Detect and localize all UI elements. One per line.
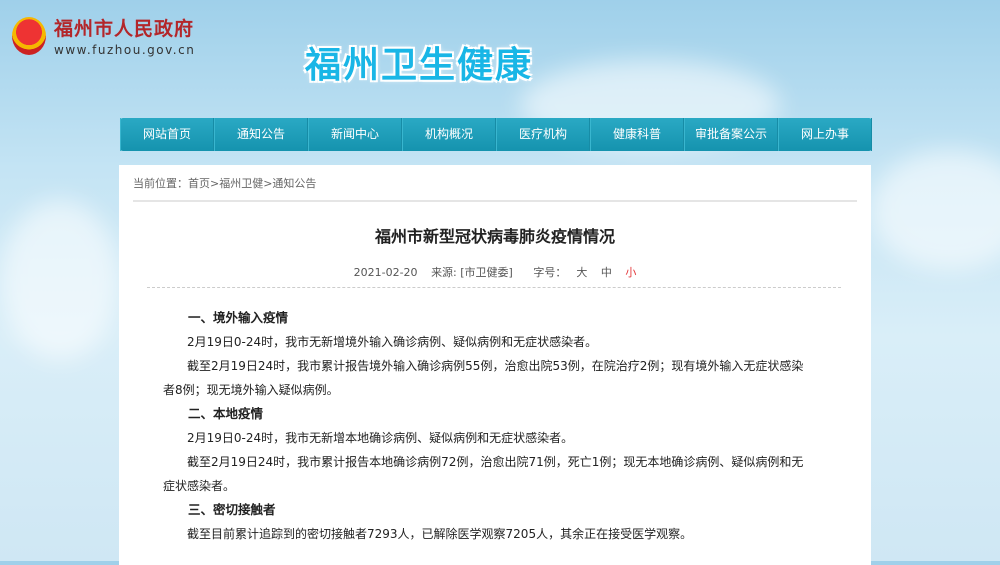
breadcrumb[interactable]: 当前位置：首页>福州卫健>通知公告 (133, 175, 316, 191)
nav-home[interactable]: 网站首页 (120, 118, 214, 151)
cloud-decoration (870, 150, 1000, 270)
section-heading: 三、密切接触者 (188, 502, 276, 517)
article-source: 来源: [市卫健委] (431, 266, 513, 279)
gov-name: 福州市人民政府 (54, 18, 195, 40)
site-title: 福州卫生健康 (305, 45, 534, 86)
font-large-button[interactable]: 大 (576, 266, 587, 279)
paragraph: 截至2月19日24时，我市累计报告本地确诊病例72例，治愈出院71例，死亡1例；… (163, 455, 804, 493)
font-size-label: 字号： (533, 266, 567, 279)
nav-online[interactable]: 网上办事 (778, 118, 872, 151)
paragraph: 截至目前累计追踪到的密切接触者7293人，已解除医学观察7205人，其余正在接受… (187, 527, 693, 541)
nav-approval[interactable]: 审批备案公示 (684, 118, 778, 151)
divider (147, 287, 841, 288)
national-emblem-icon (12, 16, 46, 55)
font-medium-button[interactable]: 中 (601, 266, 612, 279)
paragraph: 截至2月19日24时，我市累计报告境外输入确诊病例55例，治愈出院53例，在院治… (163, 359, 804, 397)
section-heading: 一、境外输入疫情 (188, 310, 289, 325)
paragraph: 2月19日0-24时，我市无新增境外输入确诊病例、疑似病例和无症状感染者。 (187, 335, 598, 349)
gov-url: www.fuzhou.gov.cn (54, 43, 196, 57)
font-small-button[interactable]: 小 (625, 266, 636, 279)
main-nav: 网站首页 通知公告 新闻中心 机构概况 医疗机构 健康科普 审批备案公示 网上办… (120, 118, 872, 151)
nav-medical[interactable]: 医疗机构 (496, 118, 590, 151)
article-title: 福州市新型冠状病毒肺炎疫情情况 (374, 227, 615, 246)
article-body: 一、境外输入疫情 2月19日0-24时，我市无新增境外输入确诊病例、疑似病例和无… (163, 306, 815, 546)
nav-notices[interactable]: 通知公告 (214, 118, 308, 151)
article-meta: 2021-02-20 来源: [市卫健委] 字号： 大 中 小 (119, 264, 871, 280)
content-panel: 当前位置：首页>福州卫健>通知公告 福州市新型冠状病毒肺炎疫情情况 2021-0… (119, 165, 871, 565)
nav-news[interactable]: 新闻中心 (308, 118, 402, 151)
cloud-decoration (0, 200, 120, 360)
article-date: 2021-02-20 (353, 266, 418, 279)
paragraph: 2月19日0-24时，我市无新增本地确诊病例、疑似病例和无症状感染者。 (187, 431, 574, 445)
nav-health[interactable]: 健康科普 (590, 118, 684, 151)
section-heading: 二、本地疫情 (188, 406, 264, 421)
divider (133, 200, 857, 202)
gov-logo[interactable]: 福州市人民政府 www.fuzhou.gov.cn (12, 14, 195, 57)
nav-about[interactable]: 机构概况 (402, 118, 496, 151)
